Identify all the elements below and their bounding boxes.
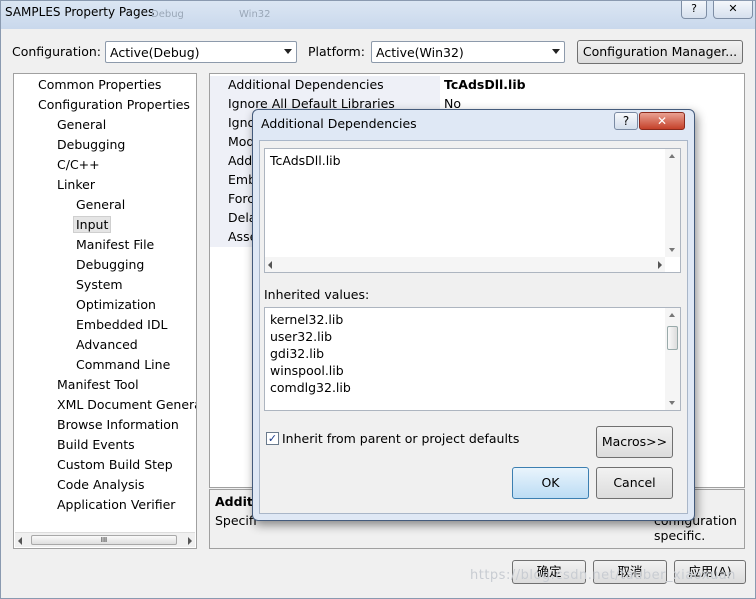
tree-item-linker[interactable]: Linker <box>57 177 95 192</box>
tree-item-application-verifier[interactable]: Application Verifier <box>57 497 175 512</box>
scroll-right-icon[interactable] <box>658 261 662 269</box>
watermark: https://blog.csdn.net/tauber_xiaoxuan <box>470 568 736 583</box>
configuration-label: Configuration: <box>12 44 101 59</box>
scroll-down-icon[interactable] <box>669 248 675 252</box>
scroll-thumb[interactable] <box>667 326 678 350</box>
help-button[interactable]: ? <box>681 1 707 19</box>
tree-item-common-properties[interactable]: Common Properties <box>38 77 161 92</box>
edit-horizontal-scrollbar[interactable] <box>265 257 665 272</box>
list-item: gdi32.lib <box>270 346 325 361</box>
close-button[interactable]: ✕ <box>713 1 753 19</box>
scroll-right-icon[interactable] <box>188 537 192 545</box>
configuration-value: Active(Debug) <box>110 45 200 60</box>
scroll-down-icon[interactable] <box>669 401 675 405</box>
scroll-left-icon[interactable] <box>268 261 272 269</box>
tree-item-configuration-properties[interactable]: Configuration Properties <box>38 97 190 112</box>
macros-button[interactable]: Macros>> <box>596 426 673 458</box>
property-tree[interactable]: Common Properties Configuration Properti… <box>13 73 197 549</box>
platform-value: Active(Win32) <box>376 45 464 60</box>
platform-label: Platform: <box>308 44 365 59</box>
tree-item-optimization[interactable]: Optimization <box>76 297 156 312</box>
dialog-title: Additional Dependencies <box>261 116 417 131</box>
inherit-checkbox-label[interactable]: Inherit from parent or project defaults <box>282 431 519 446</box>
description-text: Specifi <box>215 513 257 528</box>
cancel-button[interactable]: Cancel <box>596 467 673 499</box>
list-item: user32.lib <box>270 329 333 344</box>
tree-item-cpp[interactable]: C/C++ <box>57 157 100 172</box>
scroll-up-icon[interactable] <box>669 313 675 317</box>
tree-item-command-line[interactable]: Command Line <box>76 357 170 372</box>
tree-item-embedded-idl[interactable]: Embedded IDL <box>76 317 167 332</box>
dependencies-edit-value: TcAdsDll.lib <box>270 153 341 168</box>
tree-item-input[interactable]: Input <box>73 216 112 233</box>
configuration-manager-button[interactable]: Configuration Manager... <box>577 40 743 64</box>
tree-item-system[interactable]: System <box>76 277 123 292</box>
edit-vertical-scrollbar[interactable] <box>665 149 680 257</box>
title-bar: SAMPLES Property Pages Debug Win32 ? ✕ <box>1 1 755 29</box>
ghost-tab-debug: Debug <box>151 9 184 20</box>
scroll-left-icon[interactable] <box>18 537 22 545</box>
description-title: Additi <box>215 494 258 509</box>
tree-item-build-events[interactable]: Build Events <box>57 437 135 452</box>
scroll-up-icon[interactable] <box>669 154 675 158</box>
inherited-values-label: Inherited values: <box>264 287 370 302</box>
list-item: winspool.lib <box>270 363 344 378</box>
tree-item-manifest-file[interactable]: Manifest File <box>76 237 154 252</box>
tree-item-manifest-tool[interactable]: Manifest Tool <box>57 377 139 392</box>
inherit-checkbox[interactable]: ✓ <box>266 432 279 445</box>
tree-item-advanced[interactable]: Advanced <box>76 337 138 352</box>
tree-item-linker-general[interactable]: General <box>76 197 125 212</box>
additional-dependencies-dialog: Additional Dependencies ? ✕ TcAdsDll.lib… <box>252 109 695 521</box>
dialog-help-button[interactable]: ? <box>614 112 638 130</box>
dialog-close-button[interactable]: ✕ <box>639 112 685 130</box>
tree-item-custom-build-step[interactable]: Custom Build Step <box>57 457 173 472</box>
scroll-thumb[interactable]: III <box>31 535 177 545</box>
ok-button[interactable]: OK <box>512 467 589 499</box>
platform-select[interactable]: Active(Win32) <box>371 41 565 63</box>
inherited-vertical-scrollbar[interactable] <box>665 308 680 410</box>
window-title: SAMPLES Property Pages <box>5 5 155 19</box>
tree-item-xml-document-generator[interactable]: XML Document Generat <box>57 397 196 412</box>
chevron-down-icon <box>552 49 560 54</box>
grid-row[interactable]: Additional Dependencies TcAdsDll.lib <box>210 76 744 95</box>
inherited-values-list: kernel32.lib user32.lib gdi32.lib winspo… <box>264 307 681 411</box>
tree-item-general[interactable]: General <box>57 117 106 132</box>
ghost-tab-win32: Win32 <box>239 9 271 20</box>
list-item: kernel32.lib <box>270 312 344 327</box>
tree-item-browse-information[interactable]: Browse Information <box>57 417 179 432</box>
tree-horizontal-scrollbar[interactable]: III <box>15 532 195 547</box>
dependencies-edit-box[interactable]: TcAdsDll.lib <box>264 148 681 273</box>
grid-row-value: TcAdsDll.lib <box>444 77 526 92</box>
configuration-select[interactable]: Active(Debug) <box>105 41 297 63</box>
tree-item-code-analysis[interactable]: Code Analysis <box>57 477 144 492</box>
grid-row-key: Additional Dependencies <box>210 76 440 95</box>
chevron-down-icon <box>284 49 292 54</box>
list-item: comdlg32.lib <box>270 380 351 395</box>
dialog-body: TcAdsDll.lib Inherited values: kernel32.… <box>259 140 688 514</box>
tree-item-linker-debugging[interactable]: Debugging <box>76 257 144 272</box>
tree-item-debugging[interactable]: Debugging <box>57 137 125 152</box>
